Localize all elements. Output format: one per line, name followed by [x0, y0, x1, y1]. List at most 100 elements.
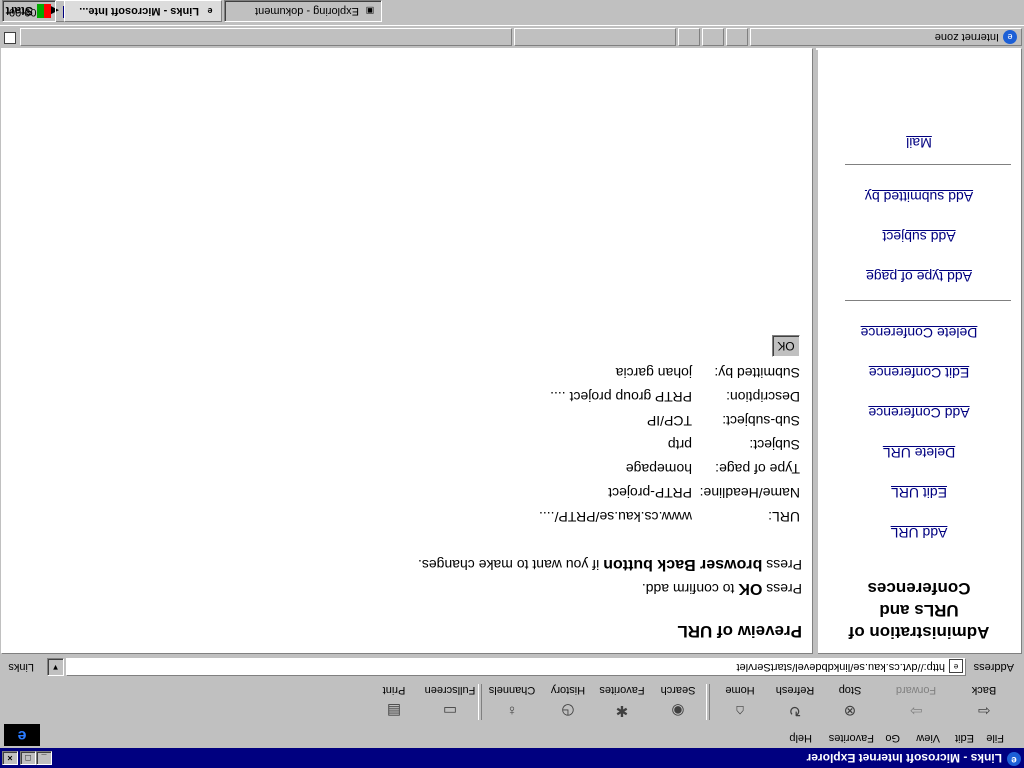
favorites-label: Favorites: [599, 684, 645, 696]
address-input[interactable]: e http://dvt.cs.kau.se/linkdbdevel/start…: [66, 658, 966, 676]
delete-conference-link[interactable]: Delete Conference: [817, 325, 1021, 341]
admin-title-line-3: Conferences: [867, 579, 971, 598]
stop-button[interactable]: ⊗ Stop: [824, 680, 876, 724]
refresh-label: Refresh: [775, 684, 815, 696]
address-dropdown-button[interactable]: ▼: [47, 658, 64, 676]
menubar: File Edit View Go Favorites Help: [0, 727, 1024, 747]
start-button[interactable]: Start: [2, 0, 56, 22]
status-progress: [514, 28, 676, 46]
ok-button[interactable]: OK: [772, 335, 800, 357]
divider: [845, 163, 1011, 165]
history-button[interactable]: ◷ History: [542, 680, 594, 724]
field-label-description: Description:: [726, 389, 800, 405]
status-text-cell: [20, 28, 512, 46]
page-icon: e: [949, 659, 963, 673]
back-label: Back: [971, 684, 997, 696]
ie-throbber-logo: e: [4, 724, 40, 746]
add-url-link[interactable]: Add URL: [817, 525, 1021, 541]
task-title: Links - Microsoft Inte...: [79, 5, 199, 17]
statusbar: e Internet zone: [0, 28, 1024, 48]
status-cell: [678, 28, 700, 46]
channels-button[interactable]: ♁ Channels: [486, 680, 538, 724]
edit-url-link[interactable]: Edit URL: [817, 485, 1021, 501]
add-submitted-by-link[interactable]: Add submitted by: [817, 189, 1021, 205]
task-button-exploring[interactable]: ▣ Exploring - dokument: [224, 0, 382, 22]
minimize-button[interactable]: _: [36, 751, 52, 765]
ie-logo-icon: e: [1007, 752, 1021, 766]
field-value-subsubject: TCP/IP: [646, 413, 692, 429]
search-button[interactable]: ◉ Search: [652, 680, 704, 724]
status-page-icon-cell: [2, 30, 18, 46]
add-subject-link[interactable]: Add subject: [817, 229, 1021, 245]
page-icon: [4, 32, 16, 44]
confirm-pre: Press: [762, 581, 802, 597]
menu-go[interactable]: Go: [885, 732, 900, 744]
page-title: Preveiw of URL: [677, 622, 802, 641]
menu-view[interactable]: View: [916, 732, 940, 744]
field-value-type: homepage: [625, 461, 692, 477]
home-icon: ⌂: [735, 702, 745, 719]
fullscreen-icon: ▭: [442, 702, 458, 719]
start-label: Start: [5, 4, 33, 18]
arrow-left-icon: ⇦: [977, 702, 991, 719]
address-label: Address: [973, 661, 1014, 673]
fullscreen-label: Fullscreen: [424, 684, 476, 696]
forward-label: Forward: [895, 684, 937, 696]
delete-url-link[interactable]: Delete URL: [817, 445, 1021, 461]
mail-link[interactable]: Mail: [817, 135, 1021, 151]
search-label: Search: [660, 684, 696, 696]
add-conference-link[interactable]: Add Conference: [817, 405, 1021, 421]
content-frame: Preveiw of URL Press OK to confirm add. …: [1, 48, 813, 654]
status-zone: e Internet zone: [750, 28, 1022, 46]
history-icon: ◷: [561, 702, 575, 719]
menu-file[interactable]: File: [986, 732, 1004, 744]
edit-conference-link[interactable]: Edit Conference: [817, 365, 1021, 381]
field-value-url: www.cs.kau.se/PRTP/....: [538, 509, 692, 525]
confirm-post: to confirm add.: [641, 581, 739, 597]
left-nav-frame: Administration of URLs and Conferences A…: [816, 48, 1022, 654]
windows-logo-icon: [37, 4, 51, 18]
folder-icon: ▣: [365, 6, 375, 16]
menu-help[interactable]: Help: [789, 732, 812, 744]
field-label-type: Type of page:: [715, 461, 800, 477]
field-label-name: Name/Headline:: [699, 485, 800, 501]
menu-edit[interactable]: Edit: [955, 732, 974, 744]
divider: [845, 299, 1011, 301]
fullscreen-button[interactable]: ▭ Fullscreen: [424, 680, 476, 724]
home-button[interactable]: ⌂ Home: [714, 680, 766, 724]
ie-logo-icon: e: [207, 6, 213, 16]
back-button[interactable]: ⇦ Back: [958, 680, 1010, 724]
back-post: if you want to make changes.: [417, 557, 604, 573]
confirm-instruction: Press OK to confirm add.: [642, 579, 802, 597]
channels-icon: ♁: [506, 702, 518, 719]
add-type-of-page-link[interactable]: Add type of page: [817, 269, 1021, 285]
refresh-icon: ↻: [788, 702, 802, 719]
refresh-button[interactable]: ↻ Refresh: [769, 680, 821, 724]
toolbar: ⇦ Back ⇨ Forward ⊗ Stop ↻ Refresh ⌂ Home…: [0, 680, 1024, 724]
field-value-submitted-by: johan garcia: [615, 365, 692, 381]
field-label-subsubject: Sub-subject:: [722, 413, 800, 429]
links-toolbar-button[interactable]: Links: [8, 661, 34, 673]
favorites-button[interactable]: ✱ Favorites: [596, 680, 648, 724]
task-title: Exploring - dokument: [255, 5, 359, 17]
field-label-submitted-by: Submitted by:: [714, 365, 800, 381]
arrow-right-icon: ⇨: [909, 702, 923, 719]
frame-splitter[interactable]: [813, 50, 818, 654]
stop-label: Stop: [838, 684, 862, 696]
taskbar: EN ◀) 09:00 ▣ Exploring - dokument e Lin…: [0, 0, 1024, 26]
back-bold: browser Back button: [603, 556, 763, 573]
field-value-description: PRTP group project ....: [550, 389, 692, 405]
window-titlebar[interactable]: e Links - Microsoft Internet Explorer _ …: [0, 748, 1024, 768]
confirm-bold: OK: [738, 580, 763, 597]
back-pre: Press: [762, 557, 802, 573]
forward-button[interactable]: ⇨ Forward: [890, 680, 942, 724]
window-title: Links - Microsoft Internet Explorer: [806, 751, 1002, 765]
close-button[interactable]: ×: [2, 751, 18, 765]
maximize-button[interactable]: □: [20, 751, 36, 765]
field-label-subject: Subject:: [749, 437, 800, 453]
menu-favorites[interactable]: Favorites: [829, 732, 874, 744]
task-button-ie[interactable]: e Links - Microsoft Inte...: [64, 0, 222, 22]
stop-icon: ⊗: [843, 702, 857, 719]
print-button[interactable]: ▤ Print: [368, 680, 420, 724]
search-icon: ◉: [671, 702, 685, 719]
